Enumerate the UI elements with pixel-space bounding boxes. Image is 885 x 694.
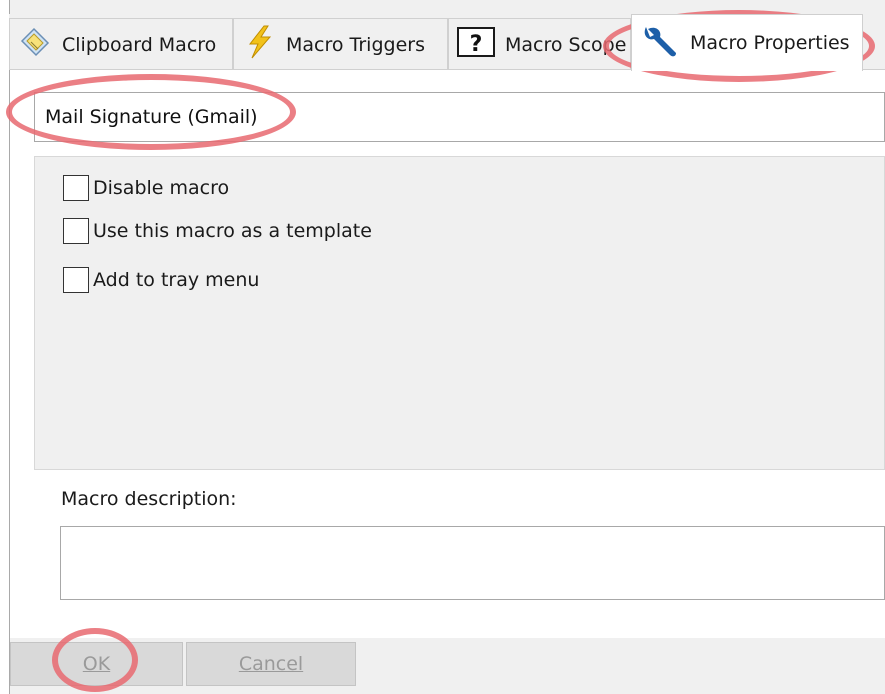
wrench-icon <box>640 21 680 66</box>
template-option[interactable]: Use this macro as a template <box>63 218 372 244</box>
ok-button[interactable]: OK <box>10 642 183 686</box>
properties-page: Mail Signature (Gmail) Disable macro Use… <box>10 70 885 638</box>
disable-macro-option[interactable]: Disable macro <box>63 175 229 201</box>
tab-label: Clipboard Macro <box>62 33 217 56</box>
tab-label: Macro Scope <box>505 33 627 56</box>
cancel-button[interactable]: Cancel <box>186 642 356 686</box>
options-group: Disable macro Use this macro as a templa… <box>34 156 885 470</box>
tab-macro-scope[interactable]: ? Macro Scope <box>448 18 631 70</box>
tab-label: Macro Triggers <box>286 33 425 56</box>
tab-bar: Clipboard Macro Macro Triggers ? Macro S… <box>9 14 885 71</box>
template-checkbox[interactable] <box>63 218 89 244</box>
tray-menu-checkbox[interactable] <box>63 267 89 293</box>
macro-name-value: Mail Signature (Gmail) <box>45 106 258 128</box>
tab-label: Macro Properties <box>690 32 850 54</box>
ok-button-label: OK <box>82 653 111 675</box>
tab-clipboard-macro[interactable]: Clipboard Macro <box>9 18 233 70</box>
description-label: Macro description: <box>61 488 237 510</box>
macro-name-field[interactable]: Mail Signature (Gmail) <box>34 92 885 142</box>
lightning-icon <box>242 24 276 65</box>
description-field[interactable] <box>60 526 885 600</box>
template-label: Use this macro as a template <box>93 220 372 242</box>
cancel-button-label: Cancel <box>238 653 304 675</box>
tray-menu-option[interactable]: Add to tray menu <box>63 267 259 293</box>
disable-macro-label: Disable macro <box>93 177 230 199</box>
question-icon: ? <box>457 26 495 63</box>
tray-menu-label: Add to tray menu <box>93 269 260 291</box>
tab-macro-triggers[interactable]: Macro Triggers <box>233 18 448 70</box>
disable-macro-checkbox[interactable] <box>63 175 89 201</box>
svg-text:?: ? <box>470 32 483 57</box>
clipboard-icon <box>18 25 52 64</box>
tab-macro-properties[interactable]: Macro Properties <box>631 14 863 71</box>
